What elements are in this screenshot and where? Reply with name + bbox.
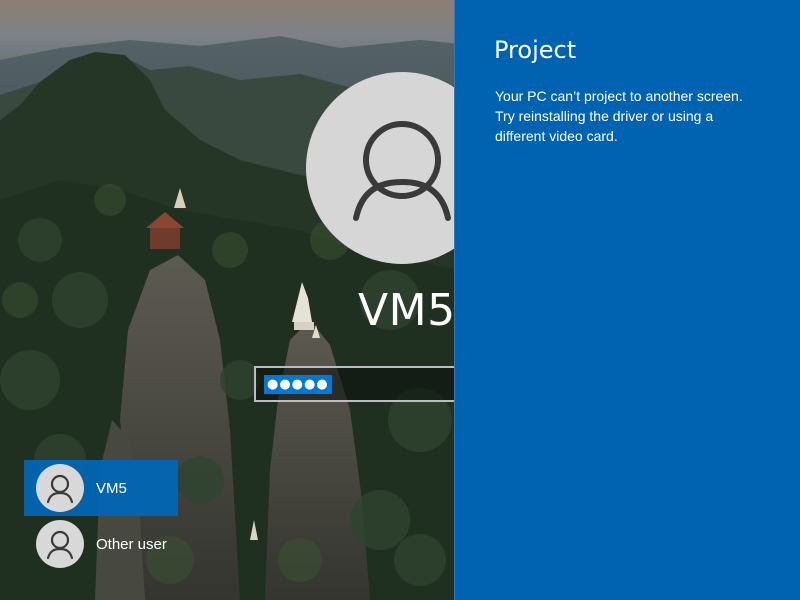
project-flyout-panel: Project Your PC can’t project to another… <box>454 0 800 600</box>
user-tile-label: VM5 <box>96 479 127 497</box>
project-panel-title: Project <box>494 36 577 64</box>
user-tile-other-user[interactable]: Other user <box>24 516 178 572</box>
current-username: VM5 <box>358 285 456 336</box>
project-error-message: Your PC can’t project to another screen.… <box>495 88 743 144</box>
user-avatar-small <box>36 520 84 568</box>
password-masked-text: ●●●●● <box>264 375 332 394</box>
user-avatar-small <box>36 464 84 512</box>
person-icon <box>46 530 74 560</box>
user-tile-vm5[interactable]: VM5 <box>24 460 178 516</box>
user-tile-label: Other user <box>96 535 167 553</box>
person-icon <box>46 474 74 504</box>
password-input[interactable]: ●●●●● <box>254 366 484 402</box>
